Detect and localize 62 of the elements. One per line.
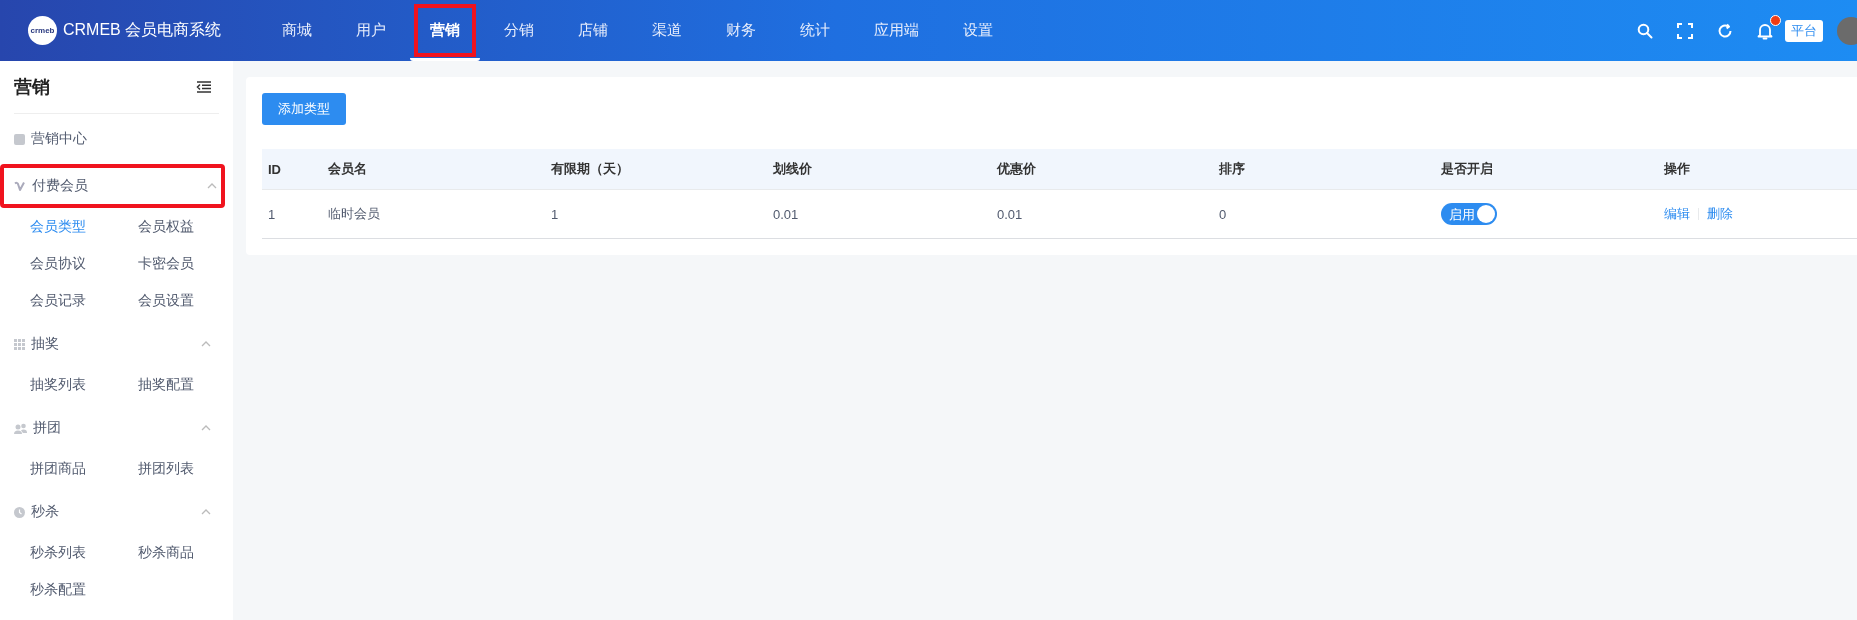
column-header: 排序: [1218, 160, 1246, 178]
platform-badge[interactable]: 平台: [1785, 19, 1823, 42]
table-cell-text: 临时会员: [327, 205, 381, 223]
nav-tab[interactable]: 应用端: [854, 0, 939, 61]
nav-tab[interactable]: 渠道: [632, 0, 702, 61]
action-link[interactable]: 编辑: [1664, 205, 1690, 223]
nav-tab[interactable]: 用户: [336, 0, 406, 61]
column-header: 有限期（天）: [550, 160, 630, 178]
menu-item[interactable]: 秒杀列表: [30, 534, 138, 571]
menu-group[interactable]: 秒杀: [14, 490, 219, 534]
menu-group[interactable]: 营销中心: [14, 117, 219, 161]
table-cell-text: 0.01: [996, 206, 1024, 222]
nav-tab[interactable]: 财务: [706, 0, 776, 61]
bell-icon[interactable]: [1757, 21, 1773, 40]
menu-item[interactable]: 拼团列表: [138, 450, 246, 487]
column-header: ID: [267, 161, 282, 177]
chevron-icon: [207, 183, 217, 189]
chevron-icon: [201, 509, 211, 515]
menu-item[interactable]: 抽奖配置: [138, 366, 246, 403]
table-cell-text: 1: [267, 206, 277, 222]
nav-tab[interactable]: 商城: [262, 0, 332, 61]
clock-icon: [14, 506, 25, 518]
column-header: 划线价: [772, 160, 813, 178]
table-cell-text: 0: [1218, 206, 1228, 222]
logo-mark: crmeb: [28, 16, 57, 45]
action-link[interactable]: 删除: [1707, 205, 1733, 223]
search-icon[interactable]: [1637, 22, 1653, 39]
sidebar-title: 营销: [14, 76, 50, 99]
nav-tab[interactable]: 分销: [484, 0, 554, 61]
column-header: 会员名: [327, 160, 368, 178]
v-icon: [14, 180, 26, 192]
fullscreen-icon[interactable]: [1677, 22, 1693, 39]
column-header: 优惠价: [995, 160, 1037, 178]
menu-group[interactable]: 抽奖: [14, 322, 219, 366]
refresh-icon[interactable]: [1717, 22, 1733, 39]
chevron-icon: [201, 341, 211, 347]
menu-item[interactable]: 会员协议: [30, 245, 138, 282]
column-header: 操作: [1663, 160, 1691, 178]
menu-item[interactable]: 会员设置: [138, 282, 246, 319]
menu-group[interactable]: 付费会员: [0, 164, 225, 208]
nav-tab[interactable]: 店铺: [558, 0, 628, 61]
menu-item[interactable]: 会员类型: [30, 208, 138, 245]
grid-icon: [14, 338, 25, 350]
chevron-icon: [201, 425, 211, 431]
menu-item[interactable]: 会员记录: [30, 282, 138, 319]
menu-item[interactable]: 卡密会员: [138, 245, 246, 282]
nav-tab[interactable]: 设置: [943, 0, 1013, 61]
nav-tab[interactable]: 统计: [780, 0, 850, 61]
menu-item[interactable]: 会员权益: [138, 208, 246, 245]
menu-item[interactable]: 拼团商品: [30, 450, 138, 487]
menu-item[interactable]: 秒杀商品: [138, 534, 246, 571]
people-icon: [14, 422, 27, 434]
menu-group[interactable]: 拼团: [14, 406, 219, 450]
collapse-menu-icon[interactable]: [196, 81, 211, 93]
logo-text: CRMEB 会员电商系统: [63, 20, 222, 40]
menu-item[interactable]: 秒杀配置: [30, 571, 138, 608]
column-header: 是否开启: [1440, 160, 1494, 178]
square-icon: [14, 133, 25, 145]
table-cell-text: 0.01: [772, 206, 800, 222]
menu-item[interactable]: 抽奖列表: [30, 366, 138, 403]
nav-tab[interactable]: 营销: [410, 0, 480, 61]
table-cell-text: 1: [550, 206, 560, 222]
